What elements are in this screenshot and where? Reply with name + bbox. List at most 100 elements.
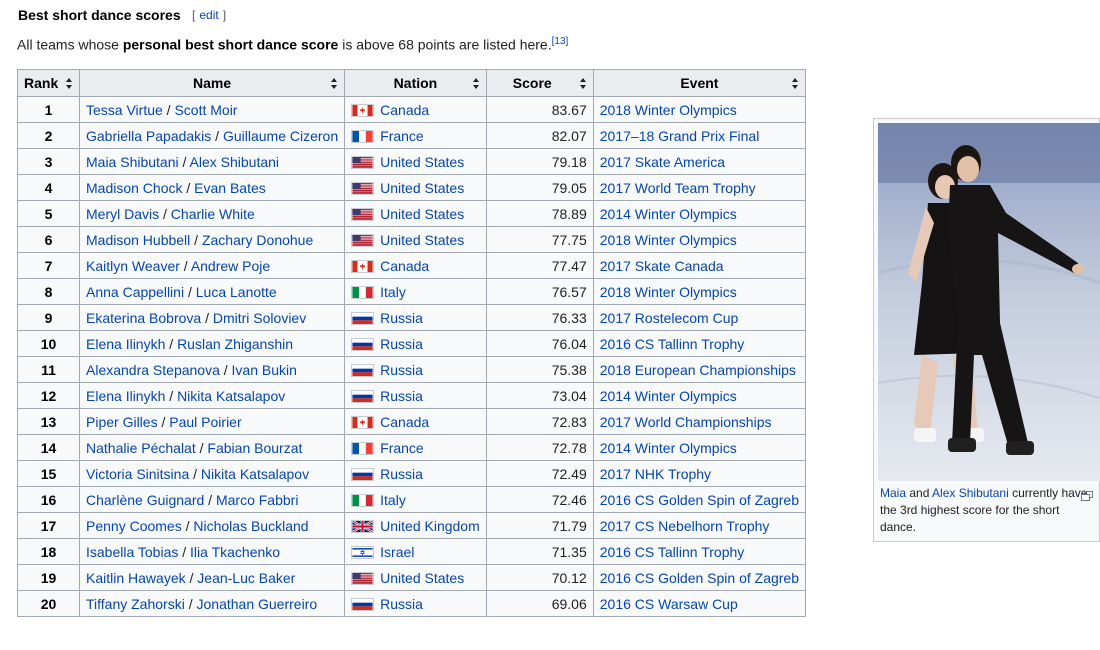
nation-link[interactable]: France — [380, 128, 424, 144]
skater-link[interactable]: Gabriella Papadakis — [86, 128, 211, 144]
nation-link[interactable]: Italy — [380, 284, 406, 300]
skater-link[interactable]: Ekaterina Bobrova — [86, 310, 201, 326]
nation-link[interactable]: Italy — [380, 492, 406, 508]
skater-link[interactable]: Jonathan Guerreiro — [197, 596, 318, 612]
event-link[interactable]: 2017 Rostelecom Cup — [600, 310, 739, 326]
skater-link[interactable]: Evan Bates — [194, 180, 266, 196]
event-link[interactable]: 2014 Winter Olympics — [600, 440, 737, 456]
event-link[interactable]: 2017 NHK Trophy — [600, 466, 711, 482]
reference-link[interactable]: [13] — [552, 36, 569, 47]
edit-link[interactable]: edit — [199, 8, 218, 22]
event-link[interactable]: 2016 CS Golden Spin of Zagreb — [600, 570, 799, 586]
skaters-photo[interactable] — [878, 123, 1100, 481]
skater-link[interactable]: Marco Fabbri — [216, 492, 298, 508]
nation-link[interactable]: United States — [380, 154, 464, 170]
event-link[interactable]: 2016 CS Tallinn Trophy — [600, 336, 745, 352]
nation-link[interactable]: Russia — [380, 466, 423, 482]
skater-link[interactable]: Alex Shibutani — [190, 154, 280, 170]
skater-link[interactable]: Ilia Tkachenko — [190, 544, 280, 560]
event-link[interactable]: 2017 World Championships — [600, 414, 772, 430]
skater-link[interactable]: Elena Ilinykh — [86, 388, 165, 404]
skater-link[interactable]: Charlie White — [171, 206, 255, 222]
skater-link[interactable]: Kaitlyn Weaver — [86, 258, 180, 274]
nation-link[interactable]: Canada — [380, 414, 429, 430]
skater-link[interactable]: Scott Moir — [174, 102, 237, 118]
skater-link[interactable]: Guillaume Cizeron — [223, 128, 338, 144]
skater-link[interactable]: Nicholas Buckland — [193, 518, 308, 534]
skater-link[interactable]: Ruslan Zhiganshin — [177, 336, 293, 352]
skater-link[interactable]: Madison Chock — [86, 180, 183, 196]
flag-it-icon — [351, 493, 375, 507]
col-header-score[interactable]: Score — [485, 69, 594, 97]
skater-link[interactable]: Fabian Bourzat — [207, 440, 302, 456]
nation-link[interactable]: United States — [380, 206, 464, 222]
skater-link[interactable]: Elena Ilinykh — [86, 336, 165, 352]
skater-link[interactable]: Madison Hubbell — [86, 232, 190, 248]
score-cell: 72.83 — [485, 408, 594, 435]
sort-icon[interactable] — [792, 78, 799, 89]
event-link[interactable]: 2018 Winter Olympics — [600, 102, 737, 118]
sort-icon[interactable] — [66, 78, 73, 89]
skater-link[interactable]: Alexandra Stepanova — [86, 362, 220, 378]
nation-link[interactable]: Russia — [380, 362, 423, 378]
sort-icon[interactable] — [579, 78, 587, 89]
skater-link[interactable]: Tiffany Zahorski — [86, 596, 185, 612]
skater-link[interactable]: Kaitlin Hawayek — [86, 570, 186, 586]
event-link[interactable]: 2016 CS Warsaw Cup — [600, 596, 738, 612]
nation-link[interactable]: United Kingdom — [380, 518, 480, 534]
event-link[interactable]: 2018 European Championships — [600, 362, 796, 378]
nation-link[interactable]: Russia — [380, 596, 423, 612]
skater-link[interactable]: Anna Cappellini — [86, 284, 184, 300]
nation-cell: Russia — [344, 356, 487, 383]
rank-cell: 2 — [17, 122, 80, 149]
skater-link[interactable]: Isabella Tobias — [86, 544, 178, 560]
skater-link[interactable]: Andrew Poje — [191, 258, 270, 274]
nation-link[interactable]: Russia — [380, 388, 423, 404]
nation-link[interactable]: Russia — [380, 336, 423, 352]
col-header-rank[interactable]: Rank — [17, 69, 80, 97]
enlarge-icon[interactable] — [1081, 488, 1093, 501]
skater-link[interactable]: Maia Shibutani — [86, 154, 179, 170]
col-header-name[interactable]: Name — [78, 69, 346, 97]
skater-link[interactable]: Jean-Luc Baker — [197, 570, 295, 586]
sort-icon[interactable] — [472, 78, 480, 89]
event-link[interactable]: 2017 Skate Canada — [600, 258, 724, 274]
skater-link[interactable]: Meryl Davis — [86, 206, 159, 222]
skater-link[interactable]: Paul Poirier — [169, 414, 241, 430]
skater-link[interactable]: Tessa Virtue — [86, 102, 163, 118]
nation-link[interactable]: Canada — [380, 102, 429, 118]
skater-link[interactable]: Nikita Katsalapov — [177, 388, 285, 404]
caption-link-alex[interactable]: Alex Shibutani — [932, 486, 1009, 500]
event-link[interactable]: 2017–18 Grand Prix Final — [600, 128, 760, 144]
nation-link[interactable]: Israel — [380, 544, 414, 560]
skater-link[interactable]: Luca Lanotte — [196, 284, 277, 300]
event-link[interactable]: 2017 World Team Trophy — [600, 180, 756, 196]
skater-link[interactable]: Nikita Katsalapov — [201, 466, 309, 482]
event-link[interactable]: 2017 Skate America — [600, 154, 725, 170]
event-link[interactable]: 2016 CS Golden Spin of Zagreb — [600, 492, 799, 508]
caption-link-maia[interactable]: Maia — [880, 486, 906, 500]
sort-icon[interactable] — [331, 78, 338, 89]
event-link[interactable]: 2018 Winter Olympics — [600, 284, 737, 300]
skater-link[interactable]: Victoria Sinitsina — [86, 466, 189, 482]
skater-link[interactable]: Penny Coomes — [86, 518, 182, 534]
event-link[interactable]: 2014 Winter Olympics — [600, 206, 737, 222]
skater-link[interactable]: Dmitri Soloviev — [213, 310, 306, 326]
skater-link[interactable]: Ivan Bukin — [232, 362, 297, 378]
event-link[interactable]: 2014 Winter Olympics — [600, 388, 737, 404]
event-link[interactable]: 2018 Winter Olympics — [600, 232, 737, 248]
nation-link[interactable]: France — [380, 440, 424, 456]
skater-link[interactable]: Charlène Guignard — [86, 492, 204, 508]
nation-link[interactable]: United States — [380, 180, 464, 196]
event-link[interactable]: 2017 CS Nebelhorn Trophy — [600, 518, 770, 534]
nation-link[interactable]: United States — [380, 570, 464, 586]
nation-link[interactable]: Russia — [380, 310, 423, 326]
nation-link[interactable]: United States — [380, 232, 464, 248]
skater-link[interactable]: Nathalie Péchalat — [86, 440, 196, 456]
event-link[interactable]: 2016 CS Tallinn Trophy — [600, 544, 745, 560]
col-header-nation[interactable]: Nation — [344, 69, 487, 97]
skater-link[interactable]: Zachary Donohue — [202, 232, 313, 248]
skater-link[interactable]: Piper Gilles — [86, 414, 158, 430]
nation-link[interactable]: Canada — [380, 258, 429, 274]
col-header-event[interactable]: Event — [592, 69, 807, 97]
